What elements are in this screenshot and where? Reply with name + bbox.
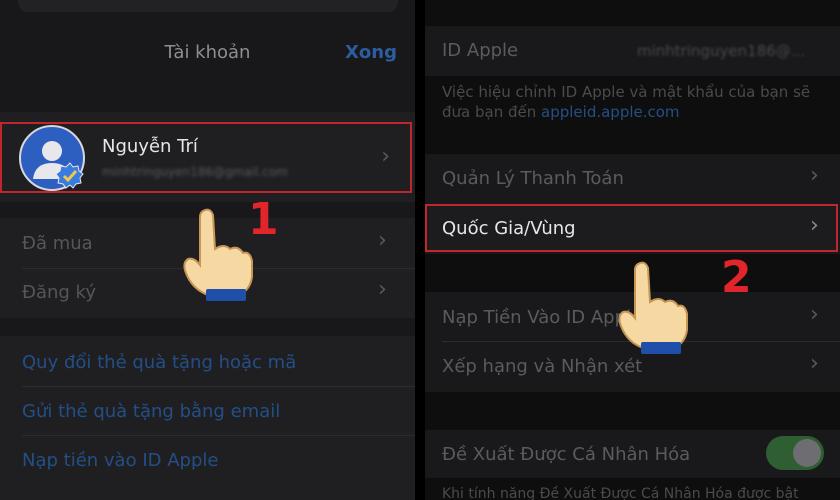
chevron-right-icon: › <box>378 277 387 302</box>
sheet-background-edge <box>18 0 398 12</box>
pointing-hand-icon <box>183 208 253 301</box>
chevron-right-icon: › <box>810 351 819 376</box>
panel-divider <box>415 0 425 500</box>
purchased-row[interactable]: Đã mua <box>22 233 93 254</box>
row-divider <box>22 435 415 436</box>
row-divider <box>22 386 415 387</box>
chevron-right-icon: › <box>378 228 387 253</box>
send-gift-card-link[interactable]: Gửi thẻ quà tặng bằng email <box>22 401 280 422</box>
personalized-recommendations-toggle[interactable] <box>766 436 824 470</box>
pointing-hand-icon <box>618 261 688 354</box>
ratings-reviews-row[interactable]: Xếp hạng và Nhận xét <box>442 356 642 377</box>
profile-email: minhtringuyen186@gmail.com <box>102 165 288 179</box>
toggle-knob <box>793 439 821 467</box>
apple-id-value: minhtringuyen186@... <box>637 42 806 60</box>
profile-row[interactable]: › <box>0 122 412 193</box>
chevron-right-icon: › <box>810 163 819 188</box>
step-number-2: 2 <box>721 252 752 303</box>
account-panel: Tài khoản Xong › Nguyễn Trí minhtringuye… <box>0 0 415 500</box>
redeem-gift-card-link[interactable]: Quy đổi thẻ quà tặng hoặc mã <box>22 352 296 373</box>
profile-name: Nguyễn Trí <box>102 136 198 157</box>
personalized-recommendations-label: Đề Xuất Được Cá Nhân Hóa <box>442 444 691 465</box>
country-region-label: Quốc Gia/Vùng <box>442 218 576 239</box>
chevron-right-icon: › <box>381 144 390 169</box>
subscriptions-row[interactable]: Đăng ký <box>22 282 96 303</box>
personalize-note: Khi tính năng Đề Xuất Được Cá Nhân Hóa đ… <box>442 486 799 500</box>
appleid-link[interactable]: appleid.apple.com <box>541 103 680 121</box>
apple-id-label: ID Apple <box>442 40 519 61</box>
add-funds-link[interactable]: Nạp tiền vào ID Apple <box>22 450 218 471</box>
manage-payments-row[interactable]: Quản Lý Thanh Toán <box>442 168 624 189</box>
apple-id-note: Việc hiệu chỉnh ID Apple và mật khẩu của… <box>442 83 811 121</box>
done-button[interactable]: Xong <box>345 42 397 63</box>
verified-badge-icon <box>56 162 84 189</box>
apple-id-settings-panel: ID Apple minhtringuyen186@... Việc hiệu … <box>425 0 840 500</box>
chevron-right-icon: › <box>810 302 819 327</box>
chevron-right-icon: › <box>810 213 819 238</box>
